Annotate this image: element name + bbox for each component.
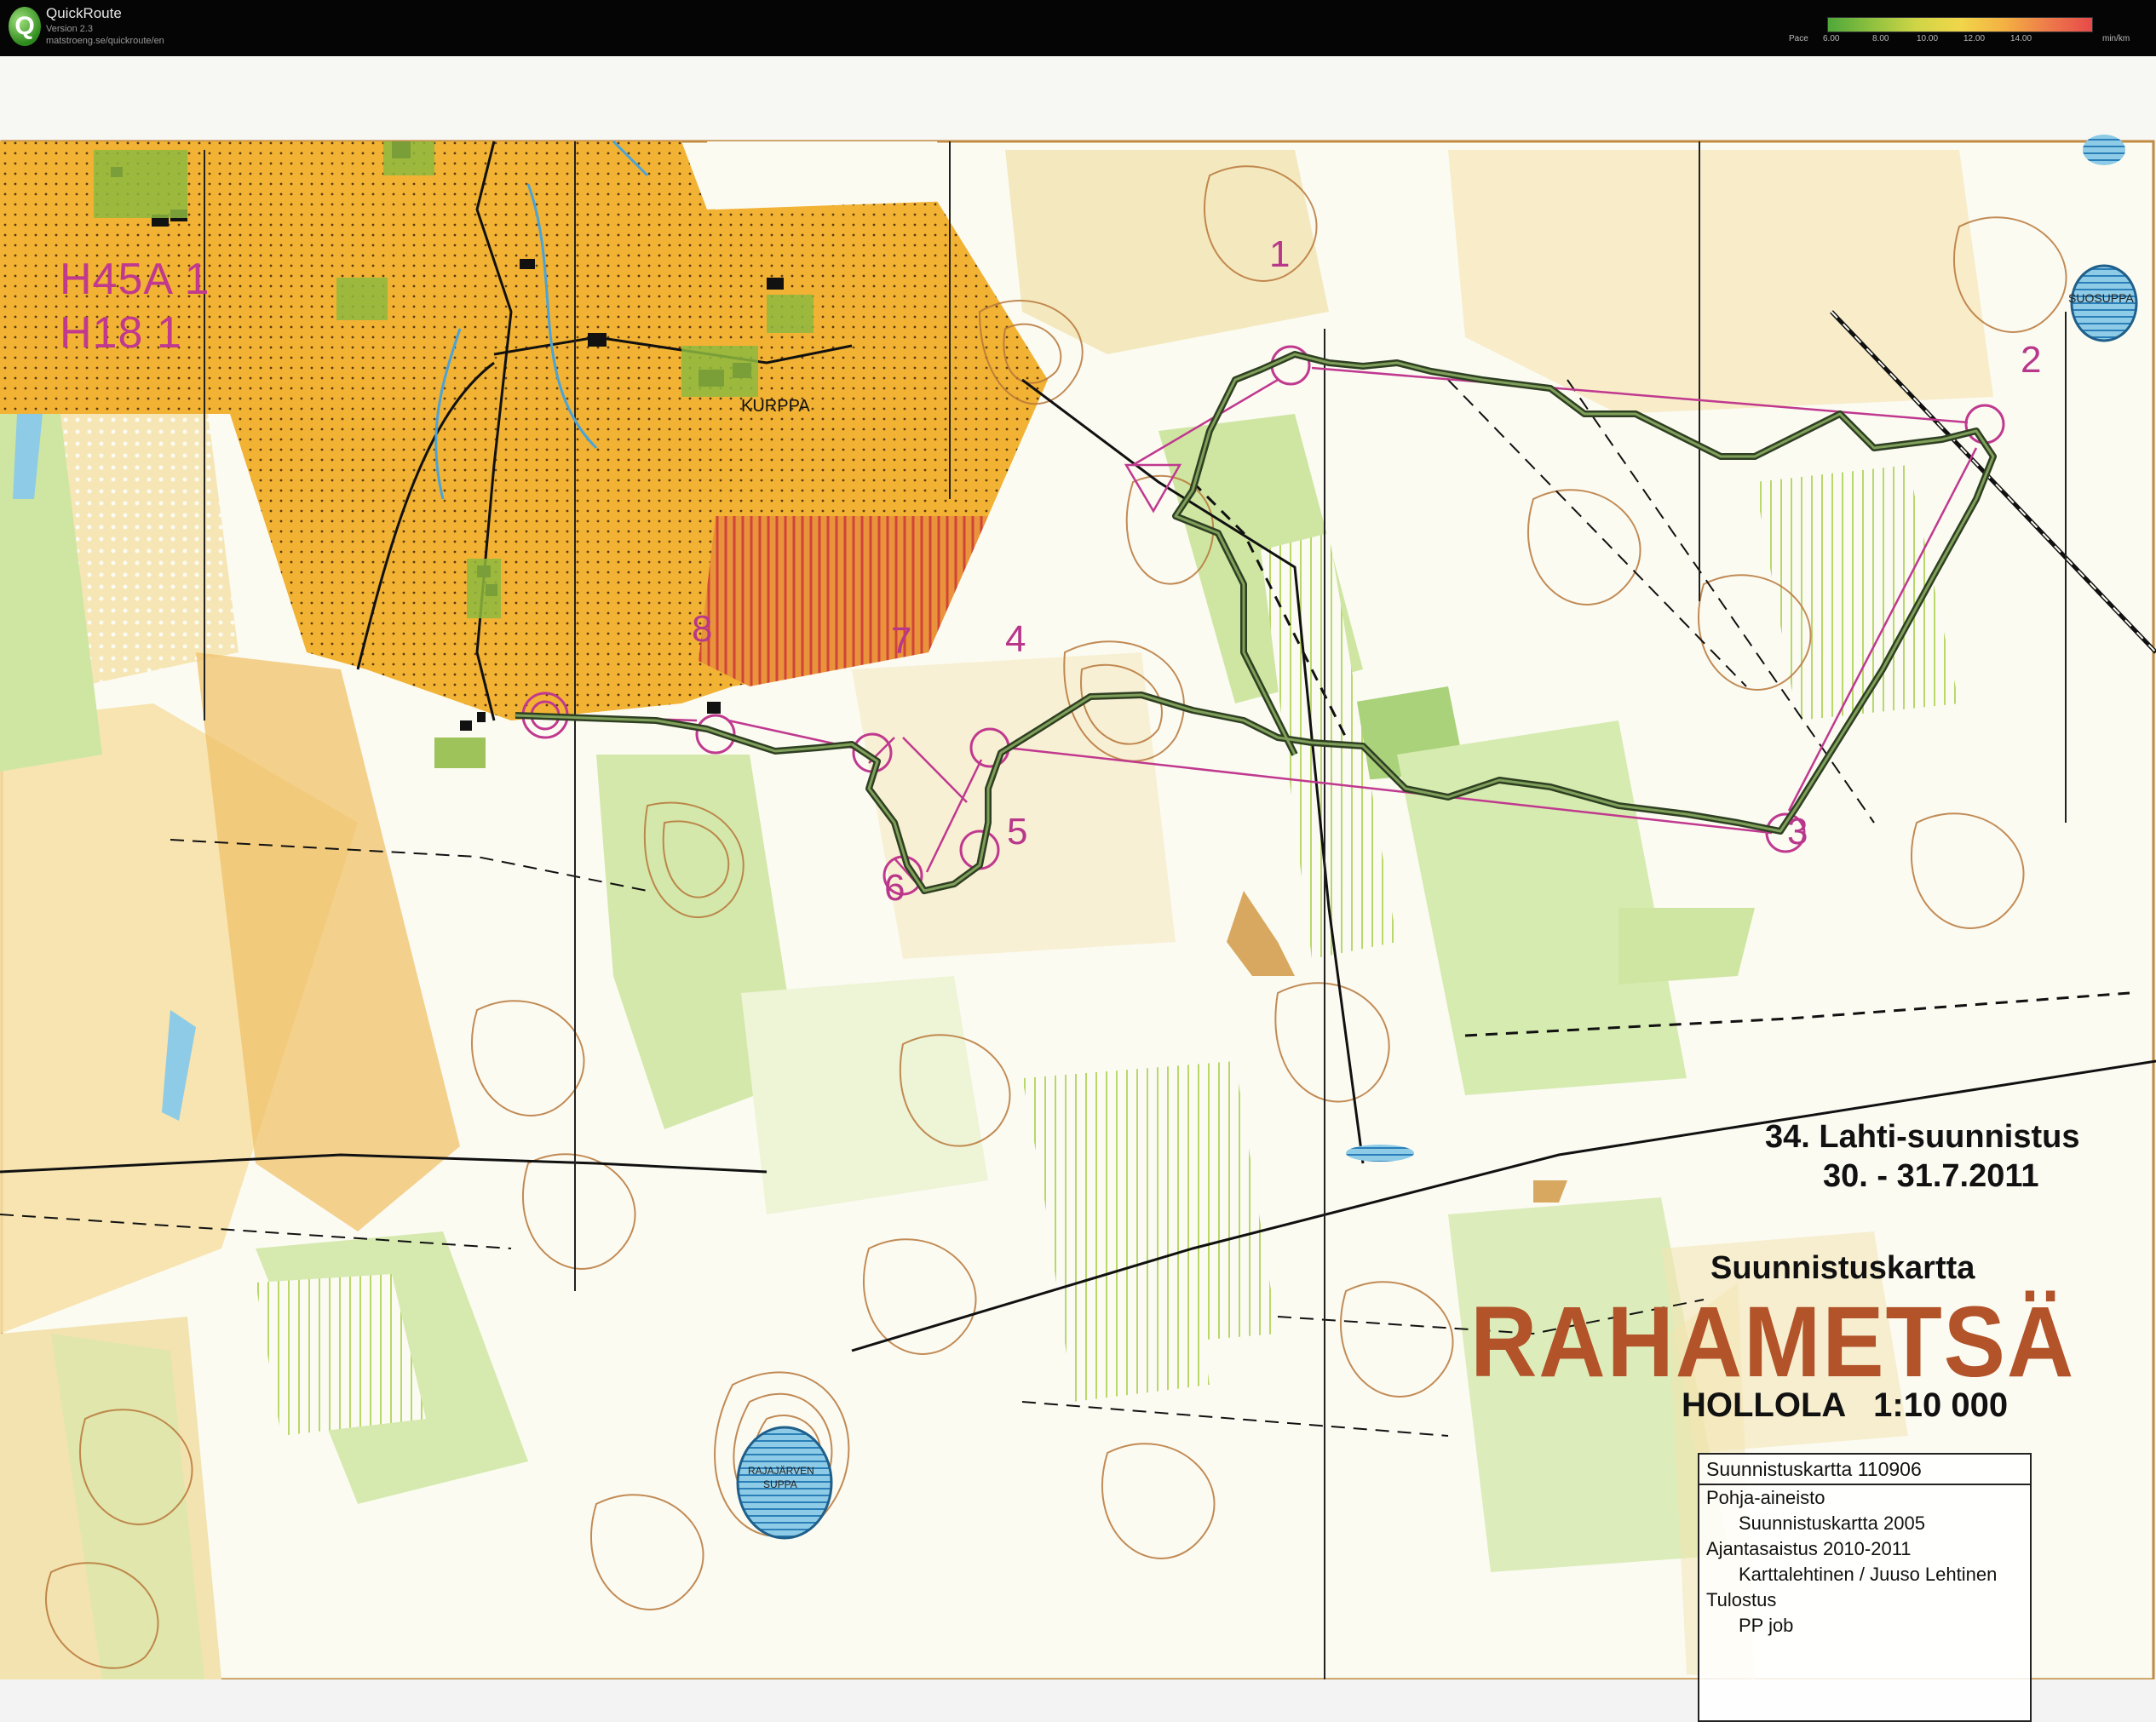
map-info-box: Suunnistuskartta 110906 Pohja-aineisto S… bbox=[1698, 1453, 2032, 1722]
event-title: 34. Lahti-suunnistus bbox=[1765, 1119, 2080, 1155]
info-base-label: Pohja-aineisto bbox=[1706, 1487, 1825, 1508]
info-header: Suunnistuskartta 110906 bbox=[1699, 1455, 2030, 1485]
course-class-label: H45A 1 bbox=[60, 255, 210, 304]
info-print-value: PP job bbox=[1739, 1615, 1794, 1636]
app-version: Version 2.3 bbox=[46, 24, 94, 34]
pace-legend: Pace 6.00 8.00 10.00 12.00 14.00 min/km bbox=[1789, 15, 2147, 49]
pace-tick: 8.00 bbox=[1872, 34, 1889, 43]
place-name-pit: SUOSUPPA bbox=[2068, 291, 2134, 305]
info-base-value: Suunnistuskartta 2005 bbox=[1739, 1512, 1925, 1534]
control-number: 7 bbox=[891, 620, 912, 662]
control-number: 2 bbox=[2021, 339, 2042, 381]
control-number: 8 bbox=[692, 608, 713, 650]
orienteering-map[interactable] bbox=[0, 56, 2156, 1679]
info-update-label: Ajantasaistus 2010-2011 bbox=[1706, 1538, 1912, 1559]
control-number: 4 bbox=[1005, 618, 1026, 660]
pace-gradient-bar bbox=[1827, 17, 2093, 32]
quickroute-logo-icon: Q bbox=[9, 7, 41, 46]
pace-tick: 12.00 bbox=[1963, 34, 1986, 43]
place-name-farm: KURPPA bbox=[741, 397, 810, 416]
info-print-label: Tulostus bbox=[1706, 1589, 1777, 1610]
pace-label: Pace bbox=[1789, 34, 1808, 43]
pace-tick: 14.00 bbox=[2010, 34, 2032, 43]
control-number: 5 bbox=[1007, 811, 1028, 852]
map-kind: Suunnistuskartta bbox=[1710, 1250, 1975, 1286]
control-number: 6 bbox=[884, 867, 906, 909]
map-view[interactable]: H45A 1 H18 1 KURPPA SUOSUPPA RAJAJÄRVEN … bbox=[0, 56, 2156, 1722]
app-title: QuickRoute bbox=[46, 5, 122, 21]
info-update-value: Karttalehtinen / Juuso Lehtinen bbox=[1739, 1564, 1998, 1585]
lake-name-line2: SUPPA bbox=[763, 1478, 797, 1490]
pace-tick: 10.00 bbox=[1917, 34, 1939, 43]
control-number: 1 bbox=[1269, 233, 1291, 275]
app-url[interactable]: matstroeng.se/quickroute/en bbox=[46, 36, 164, 46]
course-class-label: H18 1 bbox=[60, 308, 182, 358]
map-name: RAHAMETSÄ bbox=[1470, 1286, 2076, 1398]
pace-tick: 6.00 bbox=[1823, 34, 1840, 43]
map-place-scale: HOLLOLA 1:10 000 bbox=[1682, 1386, 2009, 1424]
lake-name-line1: RAJAJÄRVEN bbox=[748, 1465, 814, 1477]
event-date: 30. - 31.7.2011 bbox=[1823, 1158, 2039, 1194]
app-title-bar: Q QuickRoute Version 2.3 matstroeng.se/q… bbox=[0, 0, 2156, 56]
control-number: 3 bbox=[1787, 811, 1808, 852]
pace-unit: min/km bbox=[2102, 34, 2130, 43]
